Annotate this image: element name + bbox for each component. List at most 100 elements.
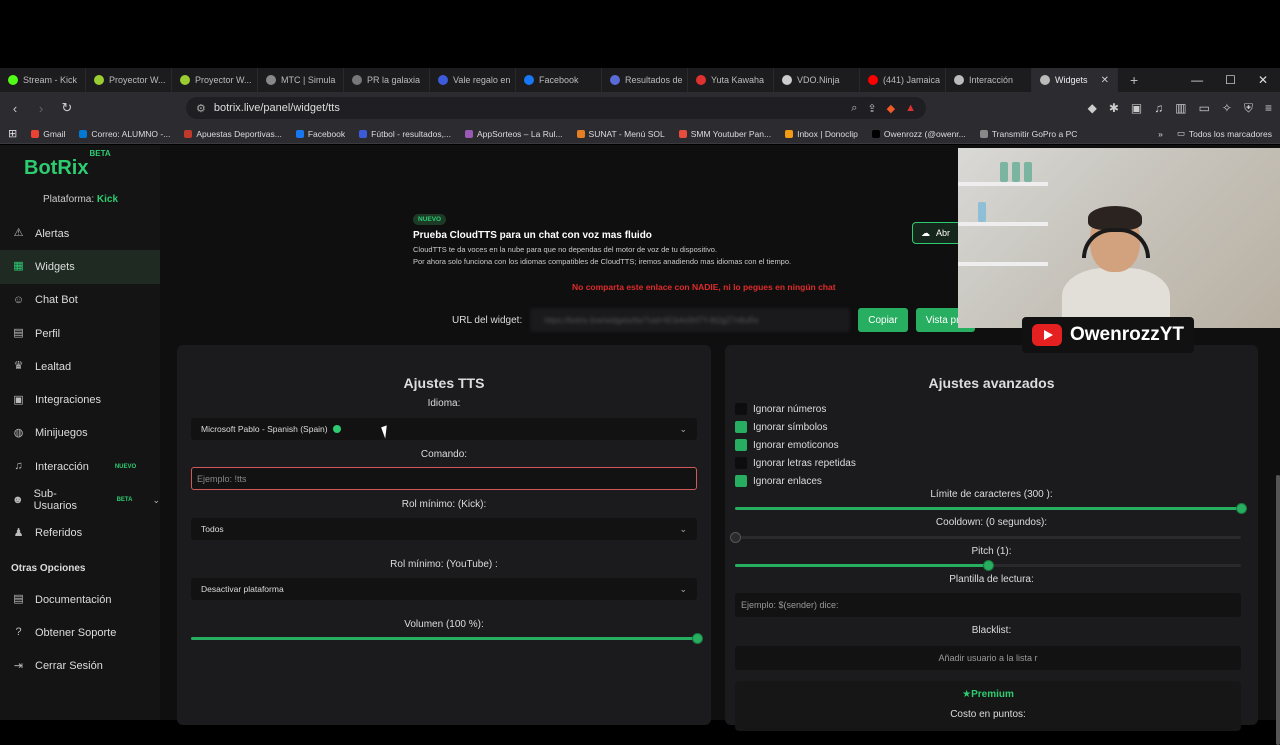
pitch-slider[interactable] xyxy=(735,560,1241,571)
role-youtube-select[interactable]: Desactivar plataforma ⌄ xyxy=(191,578,697,600)
sidebar-item-minijuegos[interactable]: ◍ Minijuegos xyxy=(0,417,160,450)
sidebar-item-referidos[interactable]: ♟ Referidos xyxy=(0,517,160,550)
bookmark-favicon-icon xyxy=(184,129,193,138)
sidebar-item-documentaci-n[interactable]: ▤ Documentación xyxy=(0,583,160,616)
wallet-icon[interactable]: ◆ xyxy=(1088,101,1097,116)
checkbox[interactable] xyxy=(735,457,747,469)
checkbox[interactable] xyxy=(735,421,747,433)
share-icon[interactable]: ⇪ xyxy=(867,102,876,115)
browser-tab[interactable]: VDO.Ninja xyxy=(774,68,860,92)
pitch-slider-knob[interactable] xyxy=(983,560,994,571)
close-tab-icon[interactable]: ✕ xyxy=(1101,75,1109,86)
bookmark-item[interactable]: Gmail xyxy=(31,129,65,139)
command-input[interactable]: Ejemplo: !tts xyxy=(191,467,697,490)
sidebar-item-integraciones[interactable]: ▣ Integraciones xyxy=(0,383,160,416)
sidebar-item-widgets[interactable]: ▦ Widgets xyxy=(0,250,160,284)
browser-tab[interactable]: Stream - Kick xyxy=(0,68,86,92)
bookmark-item[interactable]: Transmitir GoPro a PC xyxy=(979,129,1077,139)
bookmark-item[interactable]: SUNAT - Menú SOL xyxy=(576,129,665,139)
bookmarks-bar: ⊞ Gmail Correo: ALUMNO -... Apuestas Deport… xyxy=(0,124,1280,144)
bookmark-item[interactable]: SMM Youtuber Pan... xyxy=(678,129,771,139)
checkbox-row[interactable]: Ignorar letras repetidas xyxy=(735,454,856,472)
sidebar-item-alertas[interactable]: ⚠ Alertas xyxy=(0,217,160,250)
blacklist-input[interactable]: Añadir usuario a la lista r xyxy=(735,646,1241,670)
char-limit-slider[interactable] xyxy=(735,503,1247,514)
sidebar-item-lealtad[interactable]: ♛ Lealtad xyxy=(0,350,160,383)
cooldown-slider[interactable] xyxy=(730,532,1241,543)
checkbox-row[interactable]: Ignorar enlaces xyxy=(735,472,856,490)
sidebar-toggle-icon[interactable]: ▥ xyxy=(1175,101,1186,116)
chevron-down-icon[interactable]: ⌄ xyxy=(152,495,160,506)
shelf xyxy=(958,222,1048,226)
char-limit-slider-knob[interactable] xyxy=(1236,503,1247,514)
all-bookmarks[interactable]: ▭ Todos los marcadores xyxy=(1177,128,1272,139)
browser-tab[interactable]: PR la galaxia xyxy=(344,68,430,92)
new-tab-icon[interactable]: + xyxy=(1118,72,1150,88)
copy-button[interactable]: Copiar xyxy=(858,308,908,332)
checkbox[interactable] xyxy=(735,439,747,451)
role-kick-select[interactable]: Todos ⌄ xyxy=(191,518,697,540)
reload-icon[interactable]: ↻ xyxy=(60,100,74,116)
sidebar-item-cerrar-sesi-n[interactable]: ⇥ Cerrar Sesión xyxy=(0,650,160,683)
page-scrollbar[interactable] xyxy=(1276,475,1280,745)
menu-icon[interactable]: ≡ xyxy=(1265,101,1272,116)
checkbox[interactable] xyxy=(735,475,747,487)
browser-tab[interactable]: MTC | Simula xyxy=(258,68,344,92)
checkbox-row[interactable]: Ignorar símbolos xyxy=(735,418,856,436)
forward-icon[interactable]: › xyxy=(34,101,48,116)
sidebar-item-chat-bot[interactable]: ☺ Chat Bot xyxy=(0,284,160,317)
rewards-icon[interactable]: ▲ xyxy=(905,102,916,115)
bookmark-item[interactable]: Apuestas Deportivas... xyxy=(184,129,282,139)
wallet2-icon[interactable]: ▭ xyxy=(1199,101,1210,116)
browser-tab[interactable]: Yuta Kawaha xyxy=(688,68,774,92)
template-input[interactable]: Ejemplo: $(sender) dice: xyxy=(735,593,1241,617)
zoom-icon[interactable]: ⌕ xyxy=(851,102,857,115)
bookmark-item[interactable]: Correo: ALUMNO -... xyxy=(79,129,170,139)
leo-icon[interactable]: ✧ xyxy=(1222,101,1232,116)
back-icon[interactable]: ‹ xyxy=(8,101,22,116)
bookmark-item[interactable]: Facebook xyxy=(295,129,345,139)
bookmark-item[interactable]: Owenrozz (@owenr... xyxy=(871,129,966,139)
site-info-icon[interactable]: ⚙ xyxy=(196,102,206,115)
sidebar-item-interacci-n[interactable]: ♫ Interacción NUEVO xyxy=(0,450,160,483)
shelf xyxy=(958,182,1048,186)
widget-url-field[interactable]: https://botrix.live/widgets/tts/?uid=6Cb… xyxy=(530,308,851,332)
bottle xyxy=(1000,162,1008,182)
close-window-icon[interactable]: ✕ xyxy=(1258,73,1268,87)
browser-tab[interactable]: Widgets ✕ xyxy=(1032,68,1118,92)
apps-grid-icon[interactable]: ⊞ xyxy=(8,127,17,140)
sidebar-item-icon: ♟ xyxy=(13,526,24,539)
volume-slider-knob[interactable] xyxy=(692,633,703,644)
browser-tab[interactable]: (441) Jamaica xyxy=(860,68,946,92)
cooldown-slider-knob[interactable] xyxy=(730,532,741,543)
checkbox-row[interactable]: Ignorar emoticonos xyxy=(735,436,856,454)
extensions-icon[interactable]: ✱ xyxy=(1109,101,1119,116)
volume-slider[interactable] xyxy=(191,633,703,644)
browser-tab[interactable]: Proyector W... xyxy=(172,68,258,92)
minimize-icon[interactable]: — xyxy=(1191,73,1203,87)
checkbox-row[interactable]: Ignorar números xyxy=(735,400,856,418)
more-bookmarks-icon[interactable]: » xyxy=(1158,129,1163,139)
bookmark-item[interactable]: Fútbol - resultados,... xyxy=(359,129,451,139)
music-icon[interactable]: ♫ xyxy=(1154,101,1163,116)
botrix-logo[interactable]: BotRixBETA xyxy=(24,149,111,180)
language-select[interactable]: Microsoft Pablo - Spanish (Spain) ⌄ xyxy=(191,418,697,440)
sidebar-item-obtener-soporte[interactable]: ? Obtener Soporte xyxy=(0,616,160,649)
checkbox[interactable] xyxy=(735,403,747,415)
sidebar-item-perfil[interactable]: ▤ Perfil xyxy=(0,317,160,350)
bookmark-item[interactable]: Inbox | Donoclip xyxy=(785,129,858,139)
sidebar-item-sub-usuarios[interactable]: ☻ Sub-Usuarios BETA ⌄ xyxy=(0,483,160,516)
maximize-icon[interactable]: ☐ xyxy=(1225,73,1236,87)
browser-tab[interactable]: Proyector W... xyxy=(86,68,172,92)
vpn-icon[interactable]: ⛨ xyxy=(1244,101,1253,116)
browser-tab[interactable]: Resultados de xyxy=(602,68,688,92)
browser-tab[interactable]: Facebook xyxy=(516,68,602,92)
bookmark-item[interactable]: AppSorteos – La Rul... xyxy=(465,129,563,139)
brave-shield-icon[interactable]: ◆ xyxy=(887,102,895,115)
address-bar[interactable]: ⚙ botrix.live/panel/widget/tts ⌕ ⇪ ◆ ▲ xyxy=(186,97,926,119)
tab-title: Vale regalo en xyxy=(453,75,511,85)
screenshot-icon[interactable]: ▣ xyxy=(1131,101,1142,116)
browser-tab[interactable]: Interacción xyxy=(946,68,1032,92)
tab-title: Interacción xyxy=(969,75,1014,85)
browser-tab[interactable]: Vale regalo en xyxy=(430,68,516,92)
